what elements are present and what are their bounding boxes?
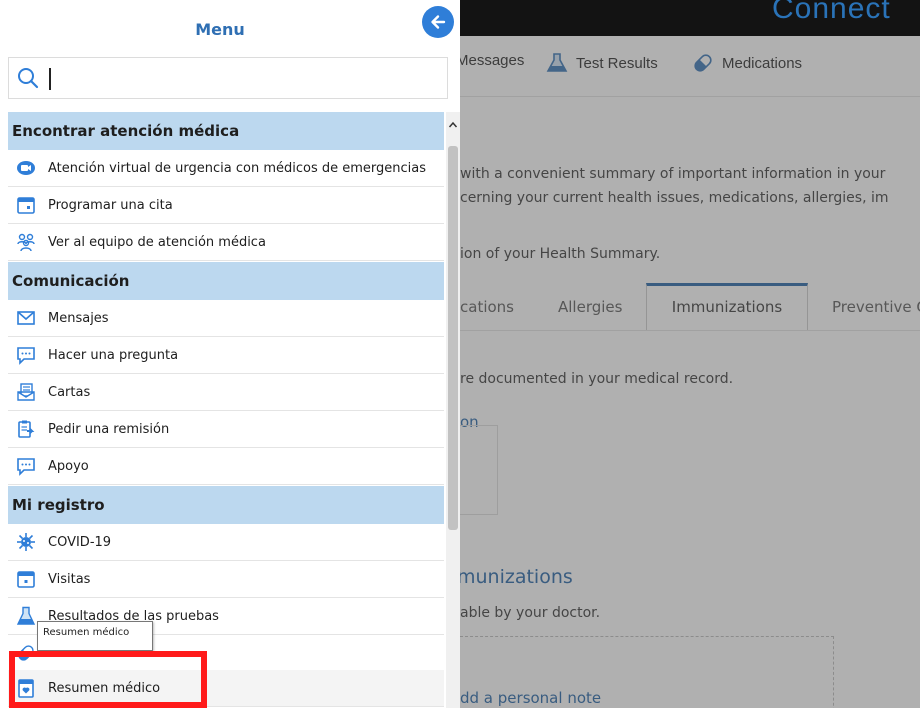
scroll-up-arrow-icon[interactable] (446, 118, 460, 132)
menu-item-label: Hacer una pregunta (48, 347, 179, 363)
health-summary-icon (16, 678, 36, 698)
modal-overlay[interactable] (460, 36, 920, 708)
menu-item-label: Pedir una remisión (48, 421, 170, 437)
search-icon (18, 68, 39, 89)
care-team-icon (16, 232, 36, 252)
menu-item-ask-question[interactable]: Hacer una pregunta (8, 337, 444, 374)
section-header-find-care: Encontrar atención médica (8, 112, 444, 150)
menu-item-referral[interactable]: Pedir una remisión (8, 411, 444, 448)
search-input[interactable] (53, 64, 433, 94)
menu-item-care-team[interactable]: Ver al equipo de atención médica (8, 224, 444, 261)
menu-item-label: Ver al equipo de atención médica (48, 234, 266, 250)
search-box[interactable] (8, 57, 448, 99)
menu-item-label: Apoyo (48, 458, 89, 474)
brand-logo: Connect (772, 0, 891, 25)
menu-item-label: Resumen médico (48, 680, 161, 696)
scrollbar-thumb[interactable] (448, 146, 458, 530)
video-visit-icon (16, 158, 36, 178)
referral-icon (16, 419, 36, 439)
text-cursor (49, 68, 51, 90)
menu-title: Menu (195, 20, 245, 39)
menu-item-label: Programar una cita (48, 197, 173, 213)
menu-item-label: Cartas (48, 384, 91, 400)
back-button[interactable] (422, 6, 454, 38)
menu-item-schedule-appointment[interactable]: Programar una cita (8, 187, 444, 224)
menu-item-health-summary[interactable]: Resumen médico (8, 670, 444, 707)
flask-icon (16, 606, 36, 626)
letters-icon (16, 382, 36, 402)
menu-scrollbar[interactable] (446, 112, 460, 708)
calendar-icon (16, 195, 36, 215)
menu-item-virtual-urgent-care[interactable]: Atención virtual de urgencia con médicos… (8, 150, 444, 187)
tooltip: Resumen médico (37, 621, 153, 651)
pill-icon (16, 643, 36, 663)
side-menu: Menu Encontrar atención médica Atención … (0, 0, 460, 708)
support-bubble-icon (16, 456, 36, 476)
menu-item-covid-19[interactable]: COVID-19 (8, 524, 444, 561)
chat-bubble-icon (16, 345, 36, 365)
menu-item-letters[interactable]: Cartas (8, 374, 444, 411)
section-header-my-record: Mi registro (8, 486, 444, 524)
menu-item-visits[interactable]: Visitas (8, 561, 444, 598)
envelope-icon (16, 308, 36, 328)
menu-item-label: Atención virtual de urgencia con médicos… (48, 160, 427, 176)
menu-item-label: COVID-19 (48, 534, 112, 550)
calendar-icon (16, 569, 36, 589)
section-header-communication: Comunicación (8, 262, 444, 300)
menu-item-label: Visitas (48, 571, 91, 587)
menu-item-messages[interactable]: Mensajes (8, 300, 444, 337)
virus-icon (16, 532, 36, 552)
menu-item-support[interactable]: Apoyo (8, 448, 444, 485)
menu-item-label: Mensajes (48, 310, 109, 326)
arrow-left-icon (431, 15, 446, 29)
